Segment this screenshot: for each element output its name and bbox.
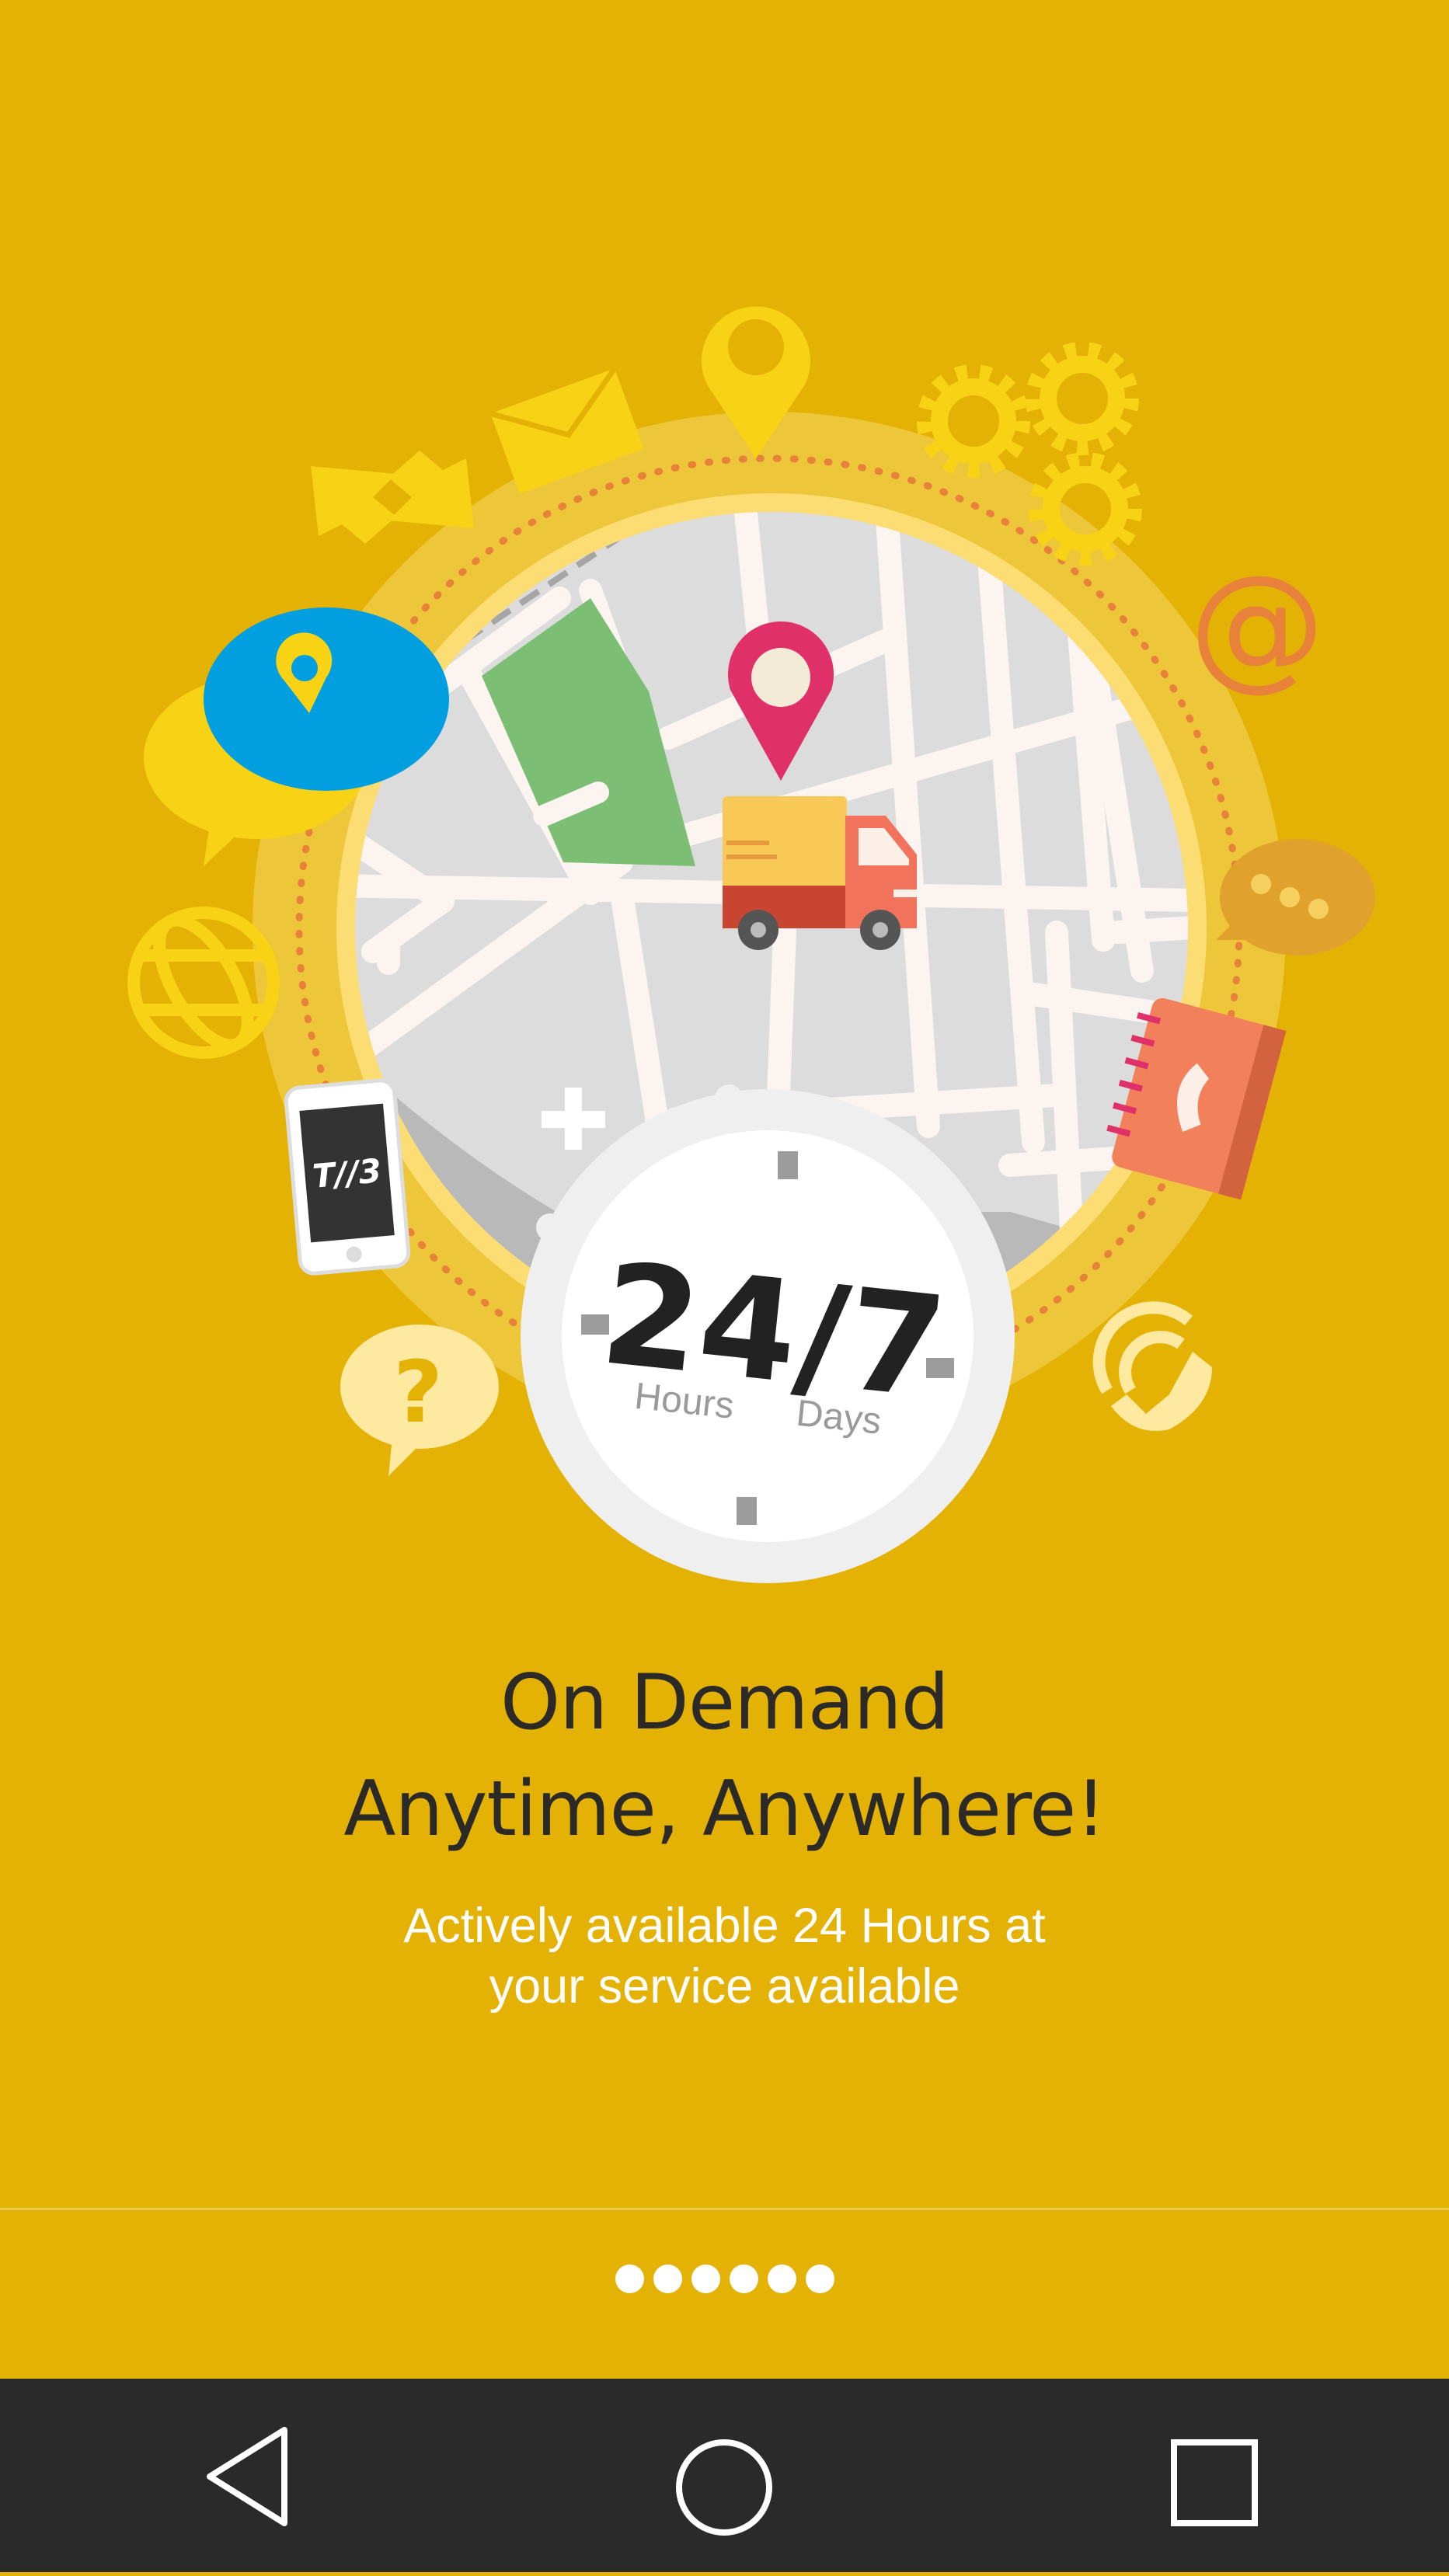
description-line-1: Actively available 24 Hours at [403,1899,1046,1953]
delivery-truck-icon [723,796,917,950]
page-dot[interactable] [615,2264,644,2293]
help-bubble-icon: ? [340,1325,499,1476]
description-line-2: your service available [489,1959,960,2014]
page-dot[interactable] [691,2264,720,2293]
onboarding-screen: 24/7 Hours Days @ T//3 ? On Demand Anyti… [0,0,1449,2572]
page-dot[interactable] [653,2264,682,2293]
phone-app-logo: T//3 [311,1151,382,1196]
headline-line-1: On Demand [500,1659,949,1747]
home-button[interactable] [608,2379,841,2572]
recents-button[interactable] [1099,2379,1332,2572]
page-indicator[interactable] [0,2264,1449,2293]
footer-divider [0,2208,1449,2210]
headline-line-2: Anytime, Anywhere! [343,1765,1106,1854]
home-icon [676,2439,772,2536]
system-navigation-bar [0,2379,1449,2572]
back-icon [207,2427,287,2526]
globe-icon [127,907,280,1059]
recents-icon [1171,2439,1258,2526]
page-dot[interactable] [729,2264,758,2293]
service-illustration: 24/7 Hours Days @ T//3 ? [127,306,1375,1583]
page-dot[interactable] [805,2264,834,2293]
at-sign-icon: @ [1190,547,1325,705]
page-dot[interactable] [767,2264,796,2293]
smartphone-icon: T//3 [284,1078,411,1276]
back-button[interactable] [132,2379,365,2572]
phone-signal-icon [1092,1301,1212,1431]
svg-text:?: ? [393,1342,443,1442]
